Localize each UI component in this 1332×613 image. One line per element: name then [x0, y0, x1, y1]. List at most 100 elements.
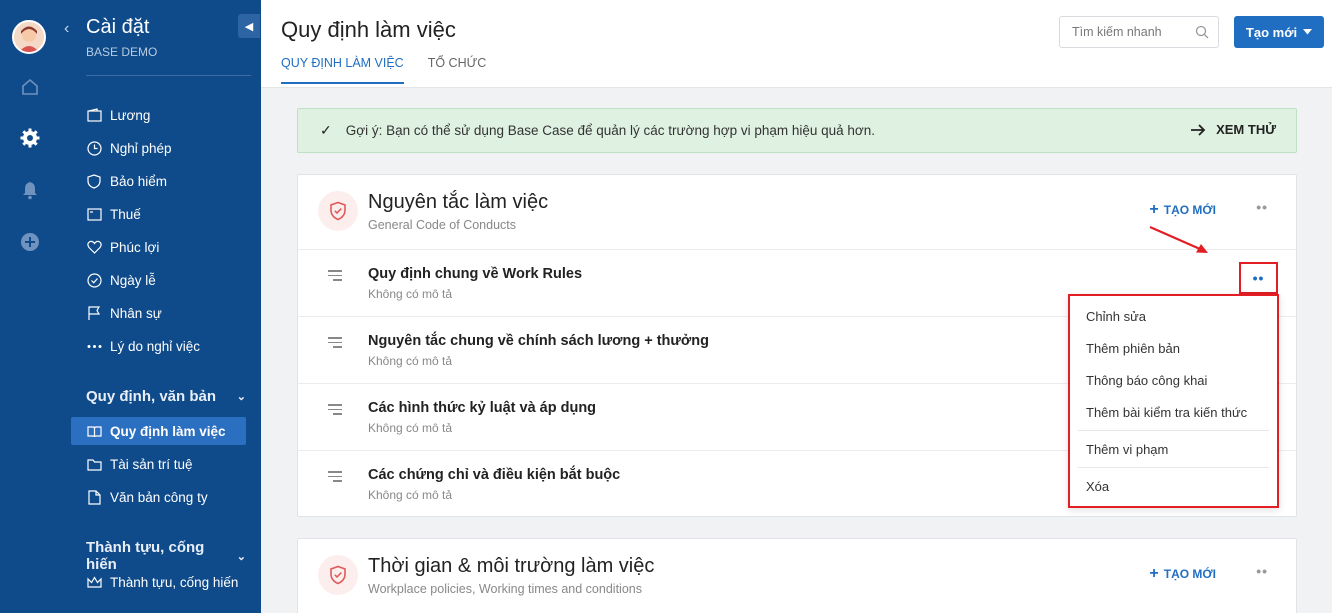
drag-handle-icon[interactable] [328, 337, 342, 351]
menu-item-publish[interactable]: Thông báo công khai [1078, 364, 1269, 396]
create-new-button[interactable]: Tạo mới [1234, 16, 1324, 48]
menu-item-delete[interactable]: Xóa [1078, 470, 1269, 502]
sidebar-item-resignation-reasons[interactable]: Lý do nghỉ việc [86, 332, 251, 360]
check-circle-icon [86, 272, 102, 288]
home-icon[interactable] [18, 75, 42, 99]
sidebar-item-label: Văn bản công ty [110, 489, 208, 505]
sidebar-item-work-rules[interactable]: Quy định làm việc [71, 417, 246, 445]
add-rule-button[interactable]: + TẠO MỚI [1149, 565, 1216, 583]
sidebar-item-label: Quy định làm việc [110, 423, 226, 439]
card-header: Thời gian & môi trường làm việc Workplac… [298, 539, 1296, 613]
item-title[interactable]: Các chứng chỉ và điều kiện bắt buộc [368, 467, 620, 483]
sidebar-subtitle: BASE DEMO [86, 45, 158, 59]
drag-handle-icon[interactable] [328, 404, 342, 418]
tab-work-rules[interactable]: QUY ĐỊNH LÀM VIỆC [281, 56, 404, 84]
drag-handle-icon[interactable] [328, 471, 342, 485]
sidebar-item-achievements[interactable]: Thành tựu, cống hiến [86, 568, 251, 596]
sidebar-item-company-documents[interactable]: Văn bản công ty [86, 483, 251, 511]
annotation-arrow-icon [1149, 225, 1208, 253]
shield-icon [318, 555, 358, 595]
sidebar-item-tax[interactable]: Thuế [86, 200, 251, 228]
item-description: Không có mô tả [368, 354, 453, 368]
page-header: Quy định làm việc QUY ĐỊNH LÀM VIỆC TỔ C… [261, 0, 1332, 88]
avatar[interactable] [12, 20, 46, 54]
search-icon[interactable] [1195, 25, 1209, 39]
hint-banner: ✓ Gợi ý: Bạn có thể sử dụng Base Case để… [297, 108, 1297, 153]
back-icon[interactable]: ‹ [64, 20, 69, 38]
sidebar-item-salary[interactable]: Lương [86, 101, 251, 129]
sidebar-item-label: Tài sản trí tuệ [110, 456, 193, 472]
item-title[interactable]: Các hình thức kỷ luật và áp dụng [368, 400, 596, 416]
menu-divider [1078, 467, 1269, 468]
plus-icon: + [1149, 565, 1159, 582]
shield-icon [86, 173, 102, 189]
clock-icon [86, 140, 102, 156]
more-options-icon[interactable]: •• [1256, 563, 1268, 579]
caret-down-icon [1303, 29, 1313, 35]
document-icon [86, 489, 102, 505]
item-title[interactable]: Quy định chung về Work Rules [368, 266, 582, 282]
item-description: Không có mô tả [368, 488, 453, 502]
add-rule-label: TẠO MỚI [1163, 203, 1216, 217]
row-actions-menu: Chỉnh sửa Thêm phiên bản Thông báo công … [1068, 294, 1279, 508]
try-now-label: XEM THỬ [1216, 122, 1276, 137]
sidebar-item-label: Phúc lợi [110, 239, 160, 255]
chevron-down-icon: ⌄ [236, 391, 246, 403]
sidebar-item-label: Lương [110, 107, 151, 123]
menu-item-edit[interactable]: Chỉnh sửa [1078, 300, 1269, 332]
chevron-down-icon: ⌄ [236, 550, 246, 563]
card-subtitle: Workplace policies, Working times and co… [368, 582, 642, 596]
heart-icon [86, 239, 102, 255]
book-icon [86, 423, 102, 439]
hint-text: Gợi ý: Bạn có thể sử dụng Base Case để q… [345, 123, 876, 138]
bell-icon[interactable] [18, 178, 42, 202]
collapse-sidebar-button[interactable]: ◀ [238, 14, 260, 38]
item-title[interactable]: Nguyên tắc chung về chính sách lương + t… [368, 333, 709, 349]
create-new-label: Tạo mới [1245, 24, 1298, 40]
plus-circle-icon[interactable] [18, 230, 42, 254]
sidebar-item-label: Nhân sự [110, 305, 162, 321]
workplace-card: Thời gian & môi trường làm việc Workplac… [297, 538, 1297, 613]
card-title: Nguyên tắc làm việc [368, 191, 549, 213]
chevron-left-icon: ◀ [244, 20, 254, 33]
more-options-icon[interactable]: •• [1256, 199, 1268, 215]
sidebar-item-personnel[interactable]: Nhân sự [86, 299, 251, 327]
sidebar-item-label: Thuế [110, 206, 141, 222]
menu-divider [1078, 430, 1269, 431]
sidebar-item-label: Lý do nghỉ việc [110, 338, 201, 354]
sidebar-item-leave[interactable]: Nghỉ phép [86, 134, 251, 162]
section-rules-documents[interactable]: Quy định, văn bản ⌄ [86, 388, 246, 405]
sidebar-item-label: Ngày lễ [110, 272, 156, 288]
menu-item-add-violation[interactable]: Thêm vi phạm [1078, 433, 1269, 465]
wallet-icon [86, 107, 102, 123]
page-title: Quy định làm việc [281, 17, 456, 42]
folder-icon [86, 456, 102, 472]
tab-bar: QUY ĐỊNH LÀM VIỆC TỔ CHỨC [281, 56, 510, 84]
icon-rail [0, 0, 60, 613]
sidebar-item-label: Nghỉ phép [110, 140, 172, 156]
gear-icon[interactable] [18, 126, 42, 150]
item-description: Không có mô tả [368, 421, 453, 435]
card-title: Thời gian & môi trường làm việc [368, 555, 655, 577]
try-now-link[interactable]: XEM THỬ [1190, 122, 1276, 137]
sidebar-item-label: Thành tựu, cống hiến [110, 574, 239, 590]
drag-handle-icon[interactable] [328, 270, 342, 284]
sidebar-item-insurance[interactable]: Bảo hiểm [86, 167, 251, 195]
sidebar-title: Cài đặt [86, 16, 150, 38]
shield-icon [318, 191, 358, 231]
divider [86, 75, 251, 76]
add-rule-button[interactable]: + TẠO MỚI [1149, 201, 1216, 219]
sidebar-item-intellectual-property[interactable]: Tài sản trí tuệ [86, 450, 251, 478]
sidebar-item-benefits[interactable]: Phúc lợi [86, 233, 251, 261]
menu-item-add-quiz[interactable]: Thêm bài kiểm tra kiến thức [1078, 396, 1269, 428]
settings-sidebar: ‹ Cài đặt BASE DEMO ◀ Lương Nghỉ phép Bả… [60, 0, 261, 613]
section-label: Quy định, văn bản [86, 388, 217, 405]
sidebar-item-label: Bảo hiểm [110, 173, 168, 189]
arrow-right-icon [1191, 123, 1206, 136]
tab-organization[interactable]: TỔ CHỨC [428, 56, 487, 84]
row-more-options-icon[interactable]: •• [1239, 262, 1278, 294]
menu-item-add-version[interactable]: Thêm phiên bản [1078, 332, 1269, 364]
dots-icon [86, 338, 102, 354]
sidebar-item-holidays[interactable]: Ngày lễ [86, 266, 251, 294]
card-subtitle: General Code of Conducts [368, 218, 517, 232]
